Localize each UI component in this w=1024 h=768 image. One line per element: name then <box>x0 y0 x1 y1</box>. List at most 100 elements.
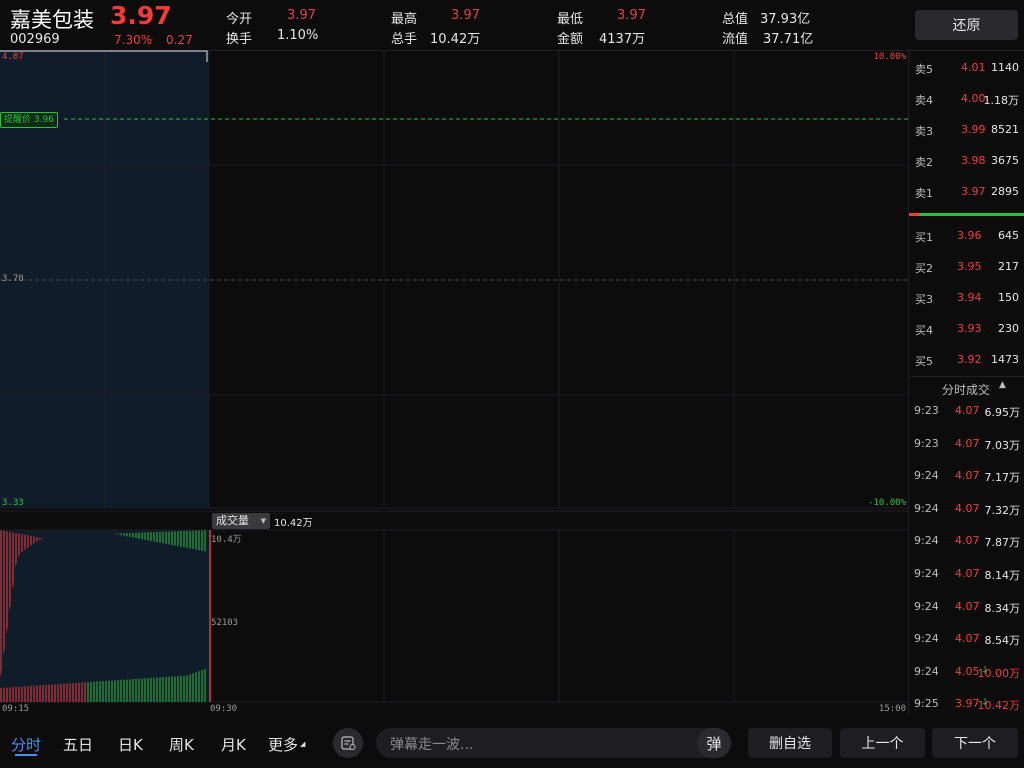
time-axis-start: 09:15 <box>2 704 30 714</box>
price-axis-mid: 3.70 <box>2 274 24 284</box>
auction-volume-area <box>0 532 208 688</box>
trade-time: 9:24 <box>914 567 939 580</box>
trade-row: 9:23 4.07 6.95万 <box>909 401 1024 421</box>
ask-level-label: 卖1 <box>915 187 933 200</box>
tab-more[interactable]: 更多 <box>268 734 298 755</box>
bid-level-label: 买2 <box>915 262 933 275</box>
remove-favorite-button[interactable]: 删自选 <box>748 728 832 758</box>
volume-axis-max: 10.4万 <box>211 535 242 545</box>
bid-ask-divider <box>909 213 1024 216</box>
trade-price: 4.07 <box>955 567 980 580</box>
ask-price: 3.99 <box>961 123 986 136</box>
stat-label-turnover: 换手 <box>226 32 253 47</box>
time-axis-open: 09:30 <box>210 704 238 714</box>
stock-price: 3.97 <box>110 1 172 30</box>
trade-row: 9:24 4.07 8.54万 <box>909 629 1024 649</box>
trade-time: 9:25 <box>914 697 939 711</box>
stat-value-volume: 10.42万 <box>430 32 481 47</box>
tab-daily-k[interactable]: 日K <box>118 734 143 755</box>
ask-price: 4.00 <box>961 92 986 105</box>
tab-monthly-k[interactable]: 月K <box>221 734 246 755</box>
trade-volume: 8.34万 <box>984 601 1021 615</box>
danmaku-toggle-button[interactable]: 弹 <box>697 728 731 758</box>
danmaku-toggle-label: 弹 <box>706 734 722 753</box>
trade-volume: 7.17万 <box>984 471 1021 485</box>
ask-row: 卖3 3.99 8521 <box>909 120 1024 140</box>
next-stock-button[interactable]: 下一个 <box>932 728 1018 758</box>
trade-price: 4.07 <box>955 632 980 646</box>
ask-volume: 1140 <box>991 61 1019 74</box>
stat-label-high: 最高 <box>391 12 418 27</box>
stat-value-float-cap: 37.71亿 <box>763 32 814 47</box>
trade-price: 4.07 <box>955 436 980 450</box>
ask-level-label: 卖4 <box>915 94 933 107</box>
tab-intraday[interactable]: 分时 <box>11 734 41 755</box>
ask-price: 4.01 <box>961 61 986 74</box>
trade-time: 9:23 <box>914 404 939 417</box>
stat-label-open: 今开 <box>226 12 253 27</box>
chevron-down-icon: ▼ <box>260 517 266 525</box>
bid-price: 3.94 <box>957 291 982 304</box>
trade-time: 9:24 <box>914 469 939 483</box>
danmaku-placeholder: 弹幕走一波... <box>390 737 474 753</box>
stat-value-amount: 4137万 <box>599 32 646 47</box>
trade-price: 4.07 <box>955 404 980 417</box>
ask-row: 卖5 4.01 1140 <box>909 58 1024 78</box>
intraday-chart: 4.07 3.70 3.33 10.00% -10.00% 提醒价 3.96 成… <box>0 50 908 716</box>
trade-price: 3.97 <box>955 697 980 711</box>
bid-price: 3.93 <box>957 322 982 335</box>
ask-volume: 2895 <box>991 185 1019 198</box>
order-book-panel: 卖5 4.01 1140 卖4 4.00 1.18万 卖3 3.99 8521 卖2 3.98 367… <box>908 50 1024 716</box>
bid-volume: 645 <box>998 229 1019 242</box>
caret-up-icon: ▲ <box>999 380 1006 390</box>
active-tab-indicator <box>15 754 37 756</box>
quote-header: 嘉美包装 3.97 002969 7.30% 0.27 今开 3.97 换手 1… <box>0 0 1024 51</box>
trade-volume: 8.14万 <box>984 569 1021 582</box>
ask-level-label: 卖2 <box>915 156 933 169</box>
danmaku-input[interactable]: 弹幕走一波... 弹 <box>376 728 731 758</box>
trades-header[interactable]: 分时成交 ▲ <box>909 376 1024 399</box>
trade-time: 9:24 <box>914 599 939 613</box>
trade-row: 9:23 4.07 7.03万 <box>909 434 1024 454</box>
previous-stock-button[interactable]: 上一个 <box>840 728 925 758</box>
stat-value-market-cap: 37.93亿 <box>760 12 811 27</box>
bid-price: 3.95 <box>957 260 982 273</box>
bid-volume: 150 <box>998 291 1019 304</box>
bid-price: 3.96 <box>957 229 982 242</box>
trade-row: 9:25 3.97 ↓ 10.42万 <box>909 694 1024 714</box>
trade-volume: 7.32万 <box>984 503 1021 517</box>
stock-code: 002969 <box>10 32 60 47</box>
volume-selector-label: 成交量 <box>216 514 249 527</box>
trade-volume: 6.95万 <box>984 406 1021 419</box>
restore-button[interactable]: 还原 <box>915 10 1018 40</box>
trade-volume: 7.03万 <box>984 438 1021 452</box>
danmaku-settings-button[interactable] <box>333 728 363 758</box>
change-amount: 0.27 <box>166 33 193 47</box>
time-axis-end: 15:00 <box>878 704 906 714</box>
ask-row: 卖4 4.00 1.18万 <box>909 89 1024 109</box>
tab-five-day[interactable]: 五日 <box>63 734 93 755</box>
stat-value-open: 3.97 <box>287 8 316 23</box>
bid-row: 买4 3.93 230 <box>909 319 1024 339</box>
trade-time: 9:24 <box>914 501 939 515</box>
ask-row: 卖2 3.98 3675 <box>909 151 1024 171</box>
bid-volume: 1473 <box>991 353 1019 366</box>
bid-price: 3.92 <box>957 353 982 366</box>
bottom-toolbar: 分时 五日 日K 周K 月K 更多 ◢ 弹幕走一波... 弹 删自选 上一个 下… <box>0 716 1024 768</box>
trade-row: 9:24 4.07 8.14万 <box>909 564 1024 584</box>
trade-row: 9:24 4.05 ↓ 10.00万 <box>909 662 1024 682</box>
stat-label-market-cap: 总值 <box>722 12 749 27</box>
change-percent: 7.30% <box>114 33 153 47</box>
bid-row: 买5 3.92 1473 <box>909 350 1024 370</box>
price-axis-top: 4.07 <box>2 52 24 62</box>
stat-label-amount: 金额 <box>557 32 584 47</box>
volume-axis-mid: 52103 <box>211 618 239 628</box>
danmaku-settings-icon <box>341 736 356 750</box>
alert-price-tag[interactable]: 提醒价 3.96 <box>0 112 58 128</box>
volume-indicator-selector[interactable]: 成交量 ▼ <box>212 513 270 529</box>
stat-label-float-cap: 流值 <box>722 32 749 47</box>
bid-level-label: 买3 <box>915 293 933 306</box>
ask-price: 3.97 <box>961 185 986 198</box>
trade-price: 4.05 <box>955 664 980 678</box>
tab-weekly-k[interactable]: 周K <box>169 734 194 755</box>
